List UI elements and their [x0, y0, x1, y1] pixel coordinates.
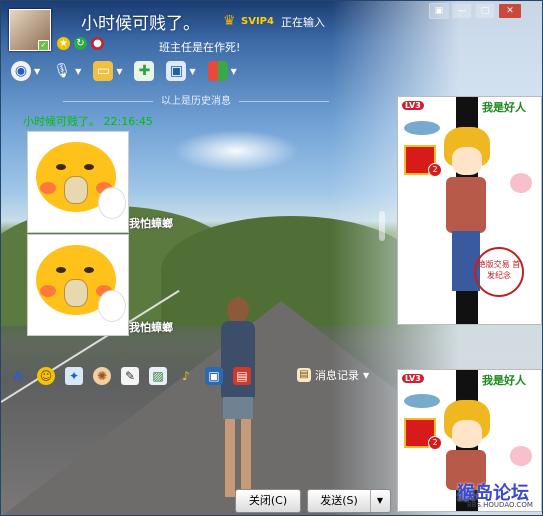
- stamp-seal: 绝版交易 首发纪念: [474, 247, 524, 297]
- sticker-image[interactable]: [27, 234, 129, 336]
- doodle-icon[interactable]: ✎: [121, 367, 139, 385]
- contact-avatar-show[interactable]: LV3 我是好人 2 绝版交易 首发纪念: [397, 96, 542, 325]
- svip-crown-icon[interactable]: ♛: [223, 13, 239, 29]
- star-icon[interactable]: ★: [57, 37, 70, 50]
- send-button-label: 发送(S): [320, 494, 358, 507]
- history-divider: 以上是历史消息: [21, 92, 371, 107]
- chat-scrollbar[interactable]: [379, 211, 385, 241]
- screenshot-icon[interactable]: ▣: [205, 367, 223, 385]
- contact-signature: 班主任是在作死!: [159, 41, 241, 54]
- image-icon[interactable]: ▨: [149, 367, 167, 385]
- sticker-caption: 我怕蟑螂: [129, 321, 173, 334]
- close-button[interactable]: 关闭(C): [235, 489, 301, 513]
- magic-emoji-icon[interactable]: ✦: [65, 367, 83, 385]
- ufo-icon: [404, 121, 440, 135]
- message-history-button[interactable]: ▤ 消息记录 ▼: [297, 367, 369, 383]
- message-history-label: 消息记录: [315, 369, 359, 382]
- chevron-down-icon[interactable]: ▼: [116, 67, 122, 76]
- level-badge: LV3: [402, 374, 424, 383]
- level-badge: LV3: [402, 101, 424, 110]
- contact-name[interactable]: 小时候可贱了。: [81, 9, 200, 34]
- svip-badge[interactable]: SVIP4: [241, 16, 274, 27]
- emoji-icon[interactable]: ☺: [37, 367, 55, 385]
- history-icon: ▤: [297, 368, 311, 382]
- watermark-url: BBS.HOUDAO.COM: [467, 501, 533, 509]
- sticker-wing: [98, 290, 126, 322]
- heart-icon: [510, 173, 532, 193]
- minimize-button[interactable]: —: [452, 3, 472, 19]
- show-title: 我是好人: [482, 374, 526, 387]
- gift-count-badge: 2: [428, 163, 442, 177]
- send-options-chevron-icon[interactable]: ▼: [370, 490, 389, 512]
- voice-call-button[interactable]: 🎙 ▼: [52, 61, 81, 81]
- add-chat-button[interactable]: ✚: [134, 61, 155, 81]
- webcam-icon: ◉: [11, 61, 31, 81]
- skin-button[interactable]: ▣: [429, 3, 449, 19]
- window-controls: ▣ — □ ✕: [429, 3, 522, 19]
- apps-grid-icon: [207, 61, 228, 81]
- font-icon[interactable]: A: [9, 367, 27, 385]
- contact-status-icons: ★ ↻ ●: [57, 37, 104, 50]
- typing-status: 正在输入: [281, 16, 325, 29]
- maximize-button[interactable]: □: [475, 3, 495, 19]
- video-call-button[interactable]: ◉ ▼: [11, 61, 40, 81]
- heart-icon: [510, 446, 532, 466]
- gift-count-badge: 2: [428, 436, 442, 450]
- gift-icon[interactable]: ▤: [233, 367, 251, 385]
- music-icon[interactable]: ♪: [177, 367, 195, 385]
- chevron-down-icon[interactable]: ▼: [231, 67, 237, 76]
- pet-icon[interactable]: ●: [91, 37, 104, 50]
- chevron-down-icon[interactable]: ▼: [75, 67, 81, 76]
- background-person: [213, 297, 265, 501]
- folder-icon: ▭: [93, 61, 114, 81]
- remote-assist-button[interactable]: ▣ ▼: [166, 61, 196, 81]
- chevron-down-icon[interactable]: ▼: [34, 67, 40, 76]
- add-chat-icon: ✚: [134, 61, 155, 81]
- online-status-icon: ✓: [38, 40, 49, 51]
- file-transfer-button[interactable]: ▭ ▼: [93, 61, 122, 81]
- microphone-icon: 🎙: [53, 63, 72, 79]
- chat-toolbar: ◉ ▼ 🎙 ▼ ▭ ▼ ✚ ▣ ▼ ▼: [11, 61, 237, 81]
- chevron-down-icon: ▼: [363, 370, 370, 380]
- shake-icon[interactable]: ✺: [93, 367, 111, 385]
- send-button[interactable]: 发送(S) ▼: [307, 489, 391, 513]
- chat-window: ✓ 小时候可贱了。 ♛ SVIP4 正在输入 ★ ↻ ● 班主任是在作死! ▣ …: [0, 0, 543, 516]
- message-header: 小时候可贱了。 22:16:45: [23, 115, 153, 128]
- apps-button[interactable]: ▼: [207, 61, 237, 81]
- chevron-down-icon[interactable]: ▼: [189, 67, 195, 76]
- sync-icon[interactable]: ↻: [74, 37, 87, 50]
- show-title: 我是好人: [482, 101, 526, 114]
- sticker-image[interactable]: [27, 131, 129, 233]
- close-window-button[interactable]: ✕: [498, 3, 522, 19]
- sticker-caption: 我怕蟑螂: [129, 217, 173, 230]
- ufo-icon: [404, 394, 440, 408]
- sticker-wing: [98, 187, 126, 219]
- screen-icon: ▣: [166, 61, 187, 81]
